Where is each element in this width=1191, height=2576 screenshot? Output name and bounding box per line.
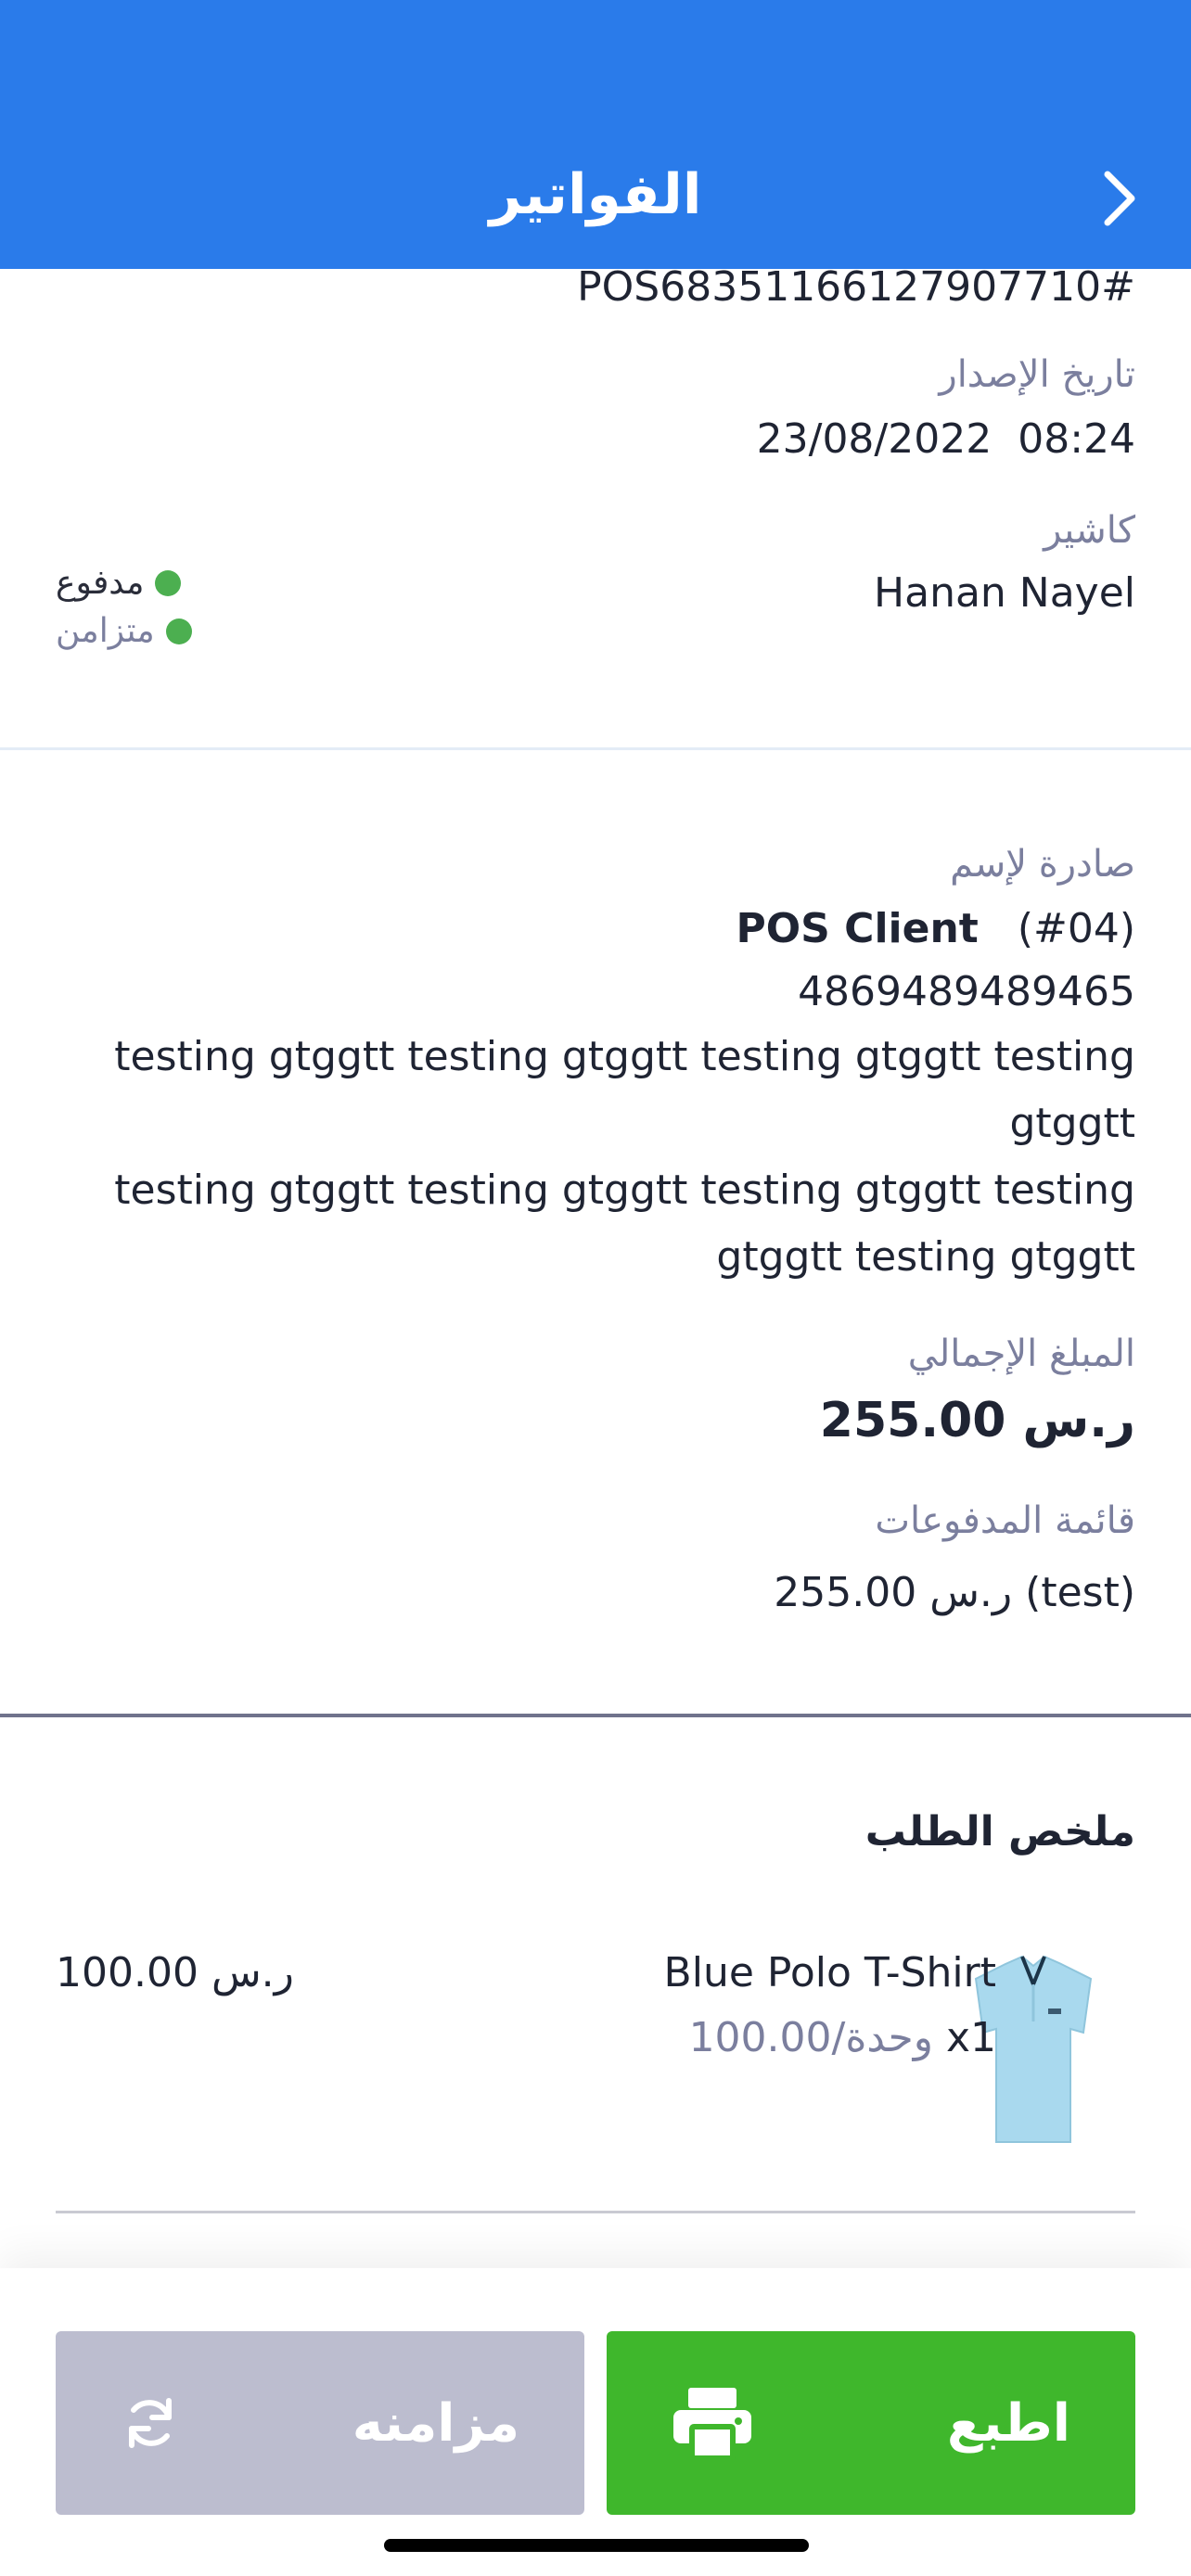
print-button-label: اطبع	[946, 2392, 1070, 2454]
client-code: (#04)	[1017, 905, 1135, 952]
item-qty-price: 100.00/وحدة x1	[689, 2009, 996, 2068]
status-synced: متزامن	[56, 612, 192, 650]
client-phone: 4869489489465	[798, 968, 1135, 1015]
issued-to-label: صادرة لإسم	[950, 843, 1135, 886]
item-name: Blue Polo T-Shirt	[663, 1949, 996, 1996]
status-dot-icon	[165, 618, 192, 644]
total-label: المبلغ الإجمالي	[907, 1333, 1135, 1375]
page-title: الفواتير	[489, 162, 702, 227]
section-divider	[0, 747, 1191, 750]
status-dot-icon	[155, 569, 182, 596]
sync-icon	[129, 2398, 172, 2448]
item-unit-price: 100.00/وحدة	[688, 2014, 933, 2061]
client-name: POS Client	[736, 905, 979, 952]
printer-icon	[673, 2388, 751, 2460]
client-address-line-2: testing gtggtt testing gtggtt testing gt…	[114, 1167, 1135, 1281]
total-amount: 255.00 ر.س	[819, 1393, 1135, 1448]
item-divider	[56, 2211, 1135, 2213]
payment-entry: 255.00 ر.س (test)	[774, 1569, 1135, 1616]
status-paid: مدفوع	[56, 564, 182, 602]
issue-date-label: تاريخ الإصدار	[939, 353, 1135, 396]
status-synced-label: متزامن	[56, 612, 155, 650]
payments-label: قائمة المدفوعات	[875, 1499, 1135, 1542]
app-header: الفواتير	[0, 0, 1191, 269]
item-line-total: 100.00 ر.س	[56, 1949, 294, 1996]
chevron-right-icon[interactable]	[1096, 169, 1143, 228]
cashier-name: Hanan Nayel	[874, 569, 1135, 617]
sync-button-label: مزامنه	[352, 2392, 519, 2454]
client-line: POS Client (#04)	[736, 896, 1135, 963]
client-address-line-1: testing gtggtt testing gtggtt testing gt…	[114, 1033, 1135, 1147]
section-divider	[0, 1714, 1191, 1717]
status-paid-label: مدفوع	[56, 564, 145, 602]
order-summary-title: ملخص الطلب	[864, 1808, 1135, 1855]
sync-button[interactable]: مزامنه	[56, 2331, 584, 2515]
cashier-label: كاشير	[1044, 509, 1135, 552]
item-quantity: x1	[945, 2014, 996, 2061]
home-indicator[interactable]	[384, 2539, 809, 2552]
issue-date-value: 23/08/2022 08:24	[756, 415, 1135, 463]
print-button[interactable]: اطبع	[607, 2331, 1135, 2515]
